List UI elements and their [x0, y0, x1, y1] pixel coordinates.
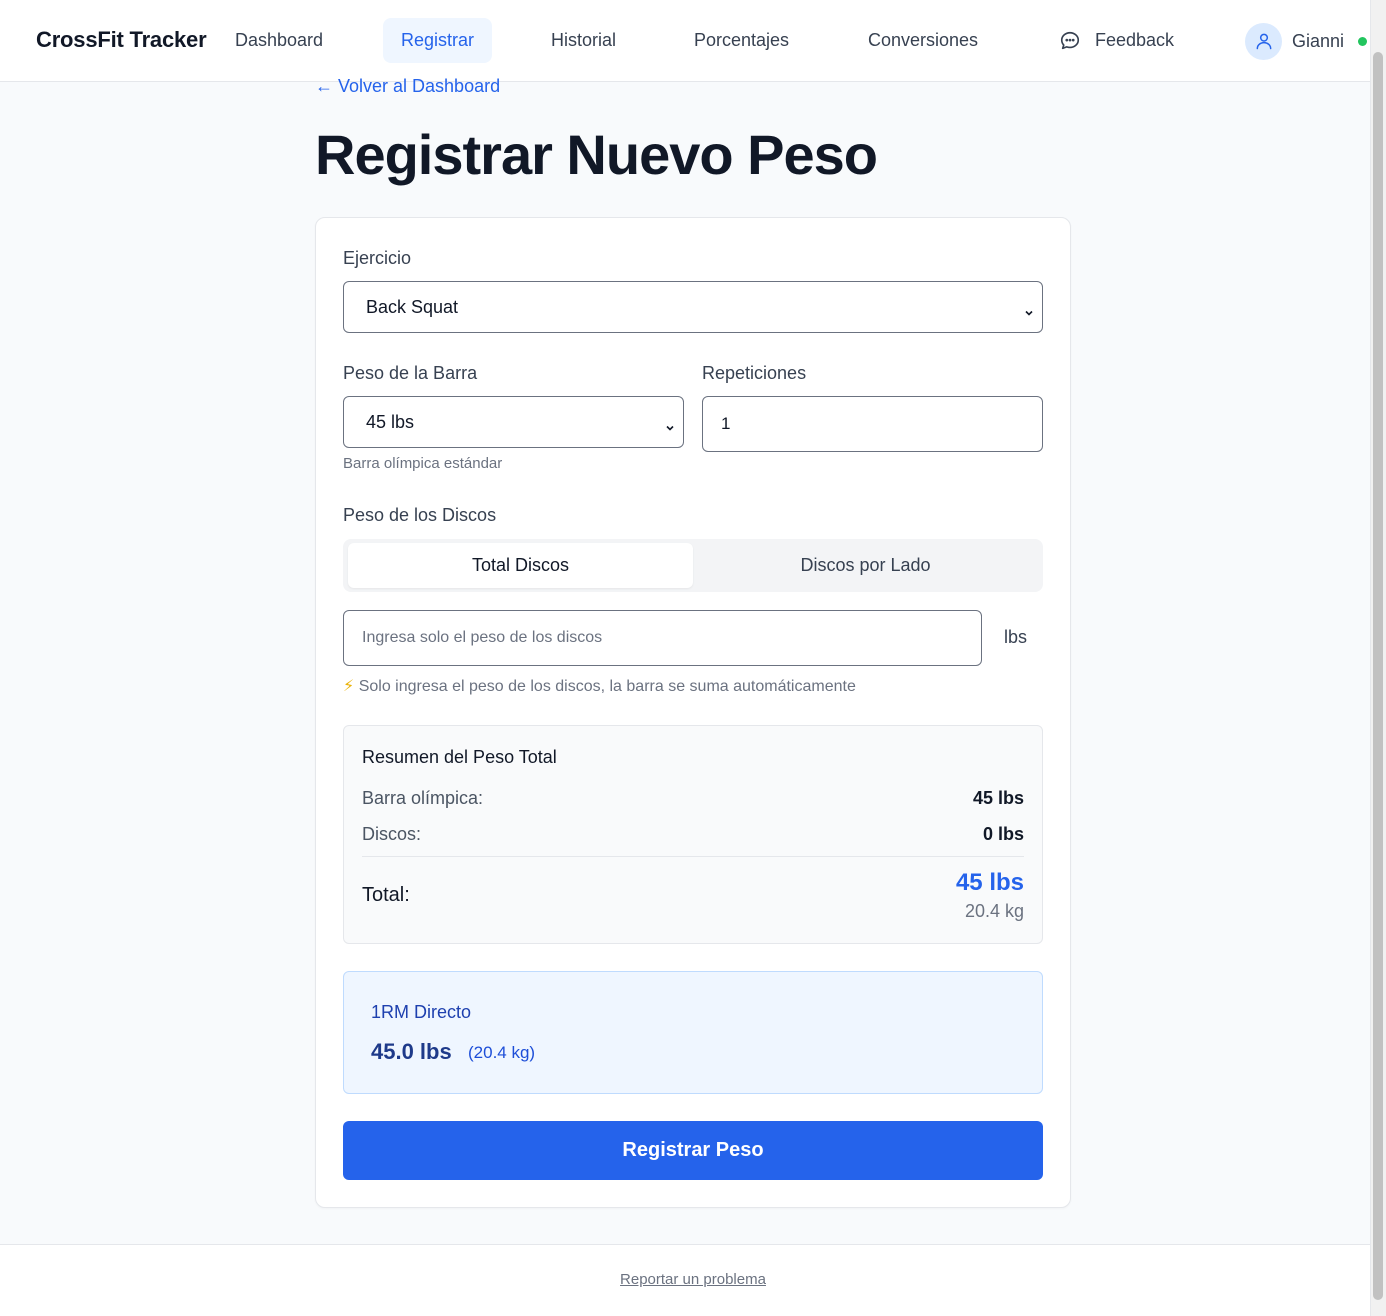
summary-plates-value: 0 lbs: [982, 824, 1024, 844]
summary-total-kg: 20.4 kg: [964, 901, 1024, 921]
top-navbar: CrossFit Tracker Dashboard Registrar His…: [0, 0, 1385, 82]
back-to-dashboard-link[interactable]: ← Volver al Dashboard: [315, 76, 500, 97]
plates-mode-tabs: Total Discos Discos por Lado: [343, 539, 1043, 592]
page-title: Registrar Nuevo Peso: [315, 123, 878, 186]
reps-input[interactable]: 1: [702, 396, 1043, 452]
summary-total-label: Total:: [362, 884, 410, 906]
nav-porcentajes[interactable]: Porcentajes: [676, 18, 807, 63]
chat-bubble-icon: [1059, 30, 1081, 52]
user-name: Gianni: [1292, 30, 1345, 51]
bar-weight-select[interactable]: 45 lbs: [343, 396, 684, 448]
bar-weight-label: Peso de la Barra: [343, 363, 478, 383]
reps-input-value: 1: [721, 414, 731, 433]
plates-weight-label: Peso de los Discos: [343, 505, 497, 525]
tab-total-discos[interactable]: Total Discos: [348, 543, 693, 588]
exercise-select[interactable]: Back Squat: [343, 281, 1043, 333]
nav-conversiones[interactable]: Conversiones: [850, 18, 996, 63]
report-problem-link[interactable]: Reportar un problema: [0, 1271, 1386, 1288]
plates-unit-label: lbs: [1004, 627, 1028, 647]
summary-title: Resumen del Peso Total: [362, 747, 557, 767]
reps-label: Repeticiones: [702, 363, 807, 383]
tab-discos-por-lado[interactable]: Discos por Lado: [693, 543, 1038, 588]
register-weight-button[interactable]: Registrar Peso: [343, 1121, 1043, 1180]
summary-bar-label: Barra olímpica:: [362, 788, 484, 808]
plates-hint-text: Solo ingresa el peso de los discos, la b…: [358, 678, 856, 695]
weight-summary-box: Resumen del Peso Total Barra olímpica: 4…: [343, 725, 1043, 944]
user-avatar-icon: [1245, 22, 1282, 60]
summary-divider: [362, 856, 1024, 857]
summary-plates-label: Discos:: [362, 824, 422, 844]
nav-historial[interactable]: Historial: [533, 18, 634, 63]
chevron-down-icon: [665, 417, 675, 438]
scrollbar-thumb[interactable]: [1373, 52, 1383, 1300]
lightning-icon: ⚡: [343, 678, 355, 695]
exercise-label: Ejercicio: [343, 248, 412, 268]
bar-weight-hint: Barra olímpica estándar: [343, 455, 503, 472]
footer: Reportar un problema: [0, 1244, 1370, 1316]
summary-bar-value: 45 lbs: [972, 788, 1024, 808]
one-rm-title: 1RM Directo: [371, 1002, 472, 1022]
plates-hint: ⚡ Solo ingresa el peso de los discos, la…: [343, 676, 856, 696]
user-menu[interactable]: Gianni: [1245, 22, 1368, 60]
one-rm-value: 45.0 lbs: [371, 1039, 452, 1064]
bar-weight-value: 45 lbs: [366, 411, 415, 432]
nav-registrar[interactable]: Registrar: [383, 18, 493, 63]
nav-dashboard[interactable]: Dashboard: [217, 18, 341, 63]
chevron-down-icon: [1024, 302, 1034, 323]
feedback-label: Feedback: [1095, 30, 1175, 50]
nav-feedback[interactable]: Feedback: [1041, 18, 1192, 63]
one-rm-box: 1RM Directo 45.0 lbs (20.4 kg): [343, 971, 1043, 1094]
plates-weight-input[interactable]: Ingresa solo el peso de los discos: [343, 610, 982, 666]
one-rm-kg: (20.4 kg): [468, 1043, 536, 1062]
summary-total-lbs: 45 lbs: [955, 869, 1024, 896]
brand-logo[interactable]: CrossFit Tracker: [36, 27, 207, 53]
exercise-select-value: Back Squat: [366, 296, 459, 317]
plates-weight-placeholder: Ingresa solo el peso de los discos: [362, 629, 603, 646]
online-status-dot: [1358, 36, 1368, 46]
